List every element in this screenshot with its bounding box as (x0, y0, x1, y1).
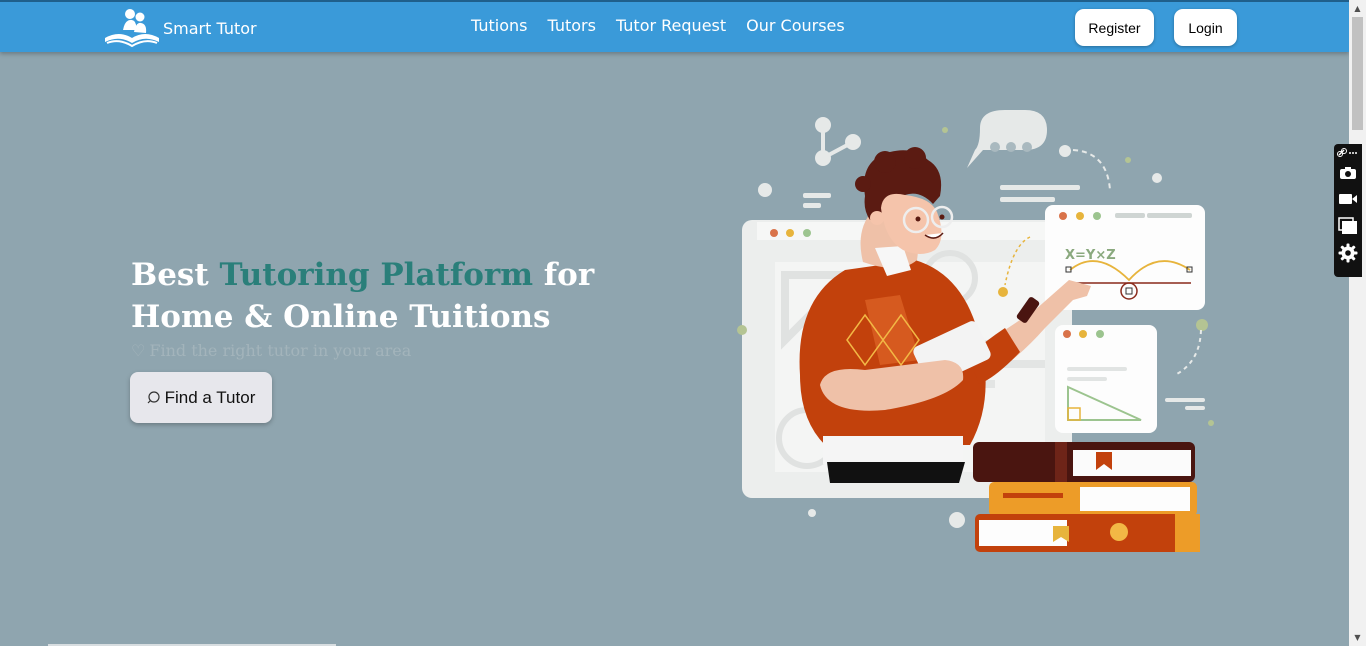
find-tutor-button[interactable]: Find a Tutor (130, 372, 272, 423)
tutor-illustration: X=Y×Z (737, 110, 1214, 552)
video-icon[interactable] (1334, 188, 1362, 210)
nav-link-tutions[interactable]: Tutions (471, 16, 527, 35)
hero-subtitle-text: Find the right tutor in your area (149, 341, 412, 360)
brand-name: Smart Tutor (163, 18, 257, 38)
nav-link-tutor-request[interactable]: Tutor Request (616, 16, 726, 35)
windows-icon[interactable] (1334, 214, 1362, 238)
find-tutor-label: Find a Tutor (164, 387, 256, 407)
hero-subtitle: ♡ Find the right tutor in your area (131, 341, 411, 360)
brand[interactable]: Smart Tutor (103, 6, 257, 50)
hero-title: Best Tutoring Platform for Home & Online… (131, 254, 691, 338)
heart-icon: ♡ (131, 341, 146, 360)
nav-link-tutors[interactable]: Tutors (547, 16, 595, 35)
nav-link-our-courses[interactable]: Our Courses (746, 16, 845, 35)
scroll-up-arrow-icon[interactable]: ▲ (1349, 0, 1366, 17)
hero-title-accent: Tutoring Platform (219, 257, 534, 293)
capture-toolbar (1334, 144, 1362, 277)
gear-icon[interactable] (1334, 241, 1362, 265)
hero-title-part1: Best (131, 257, 220, 293)
link-icon[interactable] (1334, 146, 1362, 160)
camera-icon[interactable] (1334, 162, 1362, 184)
login-button[interactable]: Login (1174, 9, 1237, 46)
scroll-down-arrow-icon[interactable]: ▼ (1349, 629, 1366, 646)
search-icon (147, 390, 160, 403)
top-navbar: Smart Tutor Tutions Tutors Tutor Request… (0, 0, 1349, 52)
nav-links: Tutions Tutors Tutor Request Our Courses (471, 16, 865, 35)
reading-books-logo-icon (105, 9, 159, 48)
register-button[interactable]: Register (1075, 9, 1154, 46)
scroll-thumb[interactable] (1352, 17, 1363, 130)
vertical-scrollbar[interactable]: ▲ ▼ (1349, 0, 1366, 646)
